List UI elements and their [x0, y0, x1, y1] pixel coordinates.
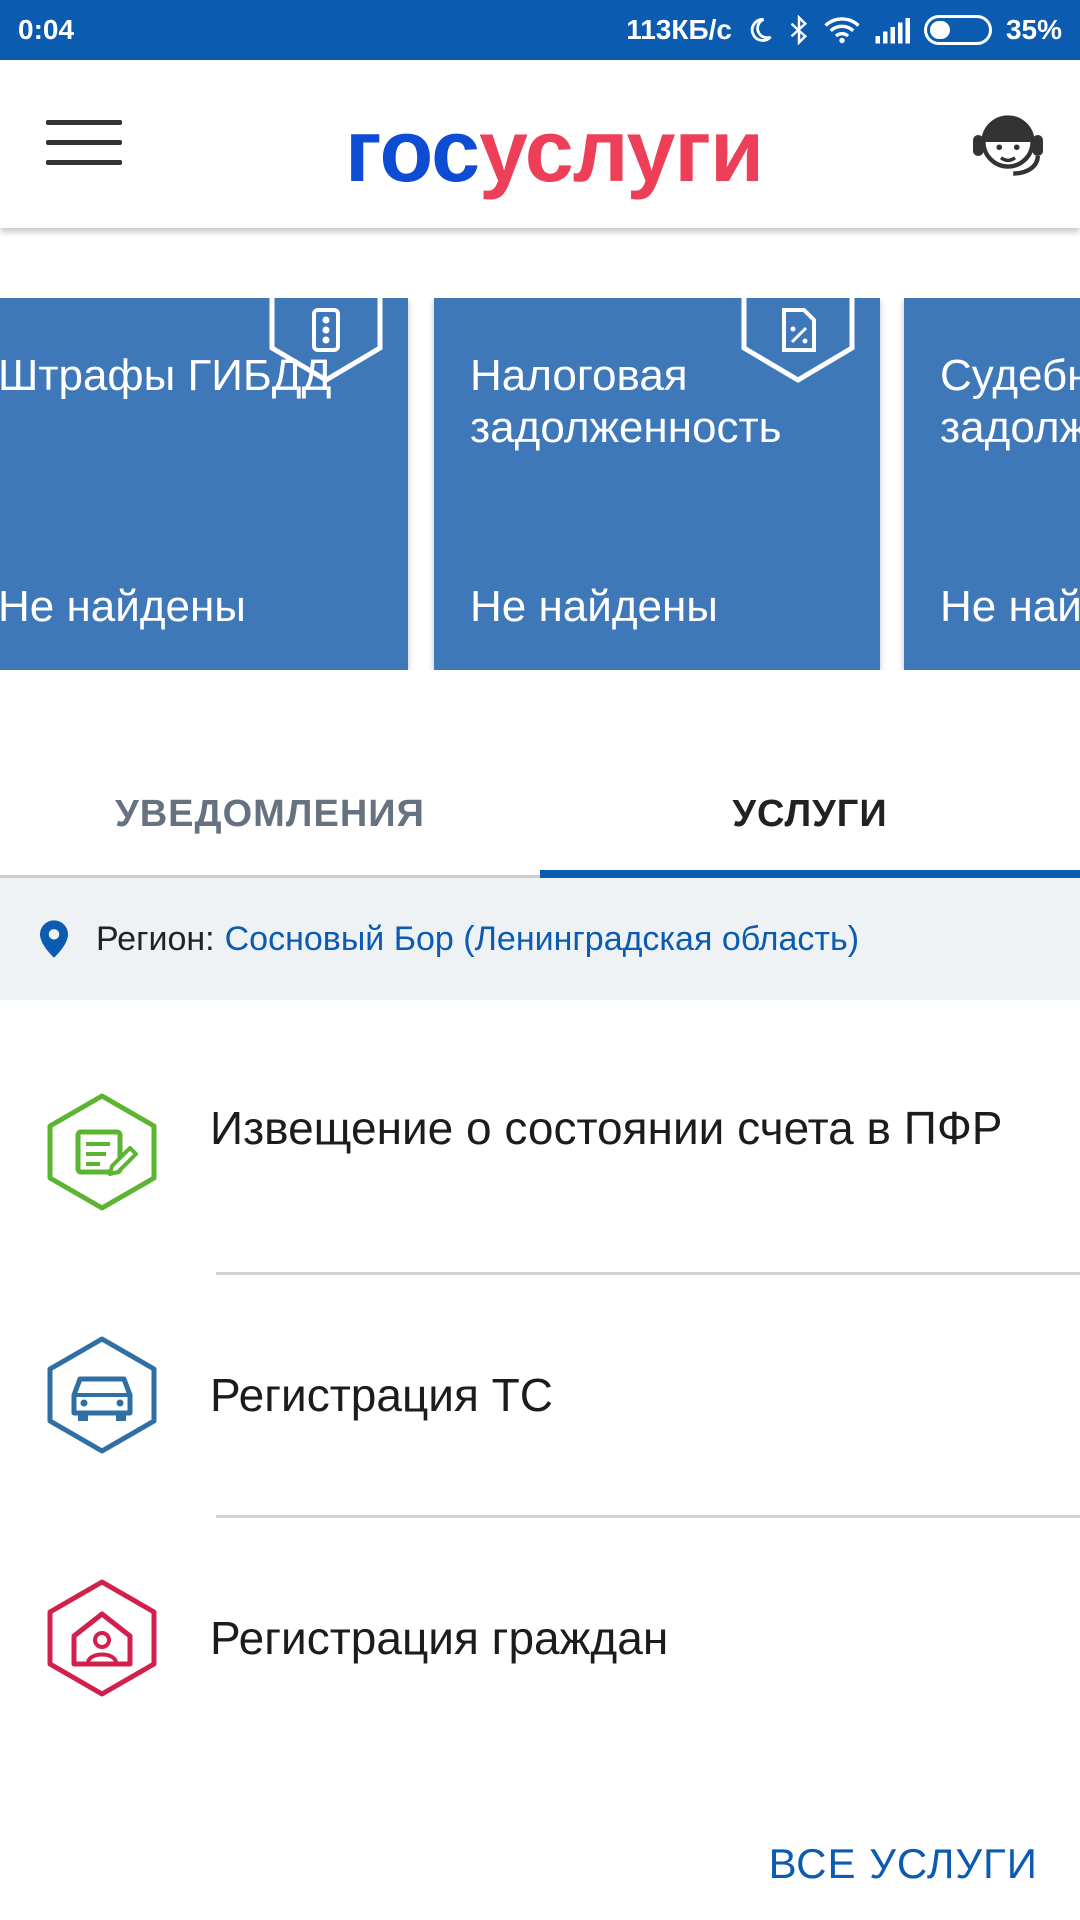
card-status: Не найдены	[0, 582, 246, 631]
service-name: Регистрация граждан	[210, 1612, 669, 1664]
card-traffic-fines[interactable]: Штрафы ГИБДД Не найдены	[0, 298, 408, 670]
service-name: Извещение о состоянии счета в ПФР	[210, 1102, 1003, 1154]
region-value[interactable]: Сосновый Бор (Ленинградская область)	[225, 920, 859, 959]
wifi-icon	[824, 17, 860, 44]
tab-services[interactable]: УСЛУГИ	[540, 750, 1080, 878]
gosuslugi-logo: госуслуги	[345, 100, 764, 202]
service-vehicle-registration[interactable]: Регистрация ТС	[0, 1275, 1080, 1517]
support-operator-icon[interactable]	[966, 100, 1050, 184]
bluetooth-icon	[790, 15, 808, 45]
all-services-link[interactable]: ВСЕ УСЛУГИ	[769, 1840, 1038, 1888]
location-pin-icon	[40, 920, 68, 958]
card-title: Налоговая задолженность	[470, 351, 782, 452]
service-citizen-registration[interactable]: Регистрация граждан	[0, 1518, 1080, 1760]
battery-percent: 35%	[1005, 14, 1062, 45]
service-pfr-statement[interactable]: Извещение о состоянии счета в ПФР	[0, 1030, 1080, 1272]
active-tab-indicator	[540, 870, 1080, 878]
battery-icon	[923, 15, 992, 45]
card-status: Не найдены	[940, 582, 1080, 631]
card-title: Штрафы ГИБДД	[0, 351, 332, 400]
region-label: Регион:	[96, 919, 215, 958]
logo-part-uslugi: услуги	[479, 101, 764, 200]
hamburger-menu-icon[interactable]	[46, 120, 122, 168]
card-tax-debt[interactable]: Налоговая задолженность Не найдены	[434, 298, 880, 670]
card-court-debt[interactable]: Судебная задолженность Не найдены	[904, 298, 1080, 670]
region-selector[interactable]: Регион: Сосновый Бор (Ленинградская обла…	[0, 878, 1080, 1000]
status-bar: 0:04 113КБ/с 35%	[0, 0, 1080, 60]
document-edit-icon	[47, 1093, 157, 1211]
status-time: 0:04	[18, 14, 75, 45]
status-icons: 113КБ/с 35%	[626, 14, 1062, 46]
service-name: Регистрация ТС	[210, 1369, 554, 1421]
card-status: Не найдены	[470, 582, 718, 631]
tab-notifications[interactable]: УВЕДОМЛЕНИЯ	[0, 750, 540, 878]
debt-cards-carousel[interactable]: Штрафы ГИБДД Не найдены Налоговая задолж…	[0, 298, 1080, 670]
moon-icon	[750, 18, 772, 42]
logo-part-gos: гос	[345, 101, 480, 200]
network-speed: 113КБ/с	[626, 14, 732, 45]
car-icon	[47, 1336, 157, 1454]
card-title: Судебная задолженность	[940, 351, 1080, 452]
app-header: госуслуги	[0, 60, 1080, 228]
tab-bar: УВЕДОМЛЕНИЯ УСЛУГИ	[0, 750, 1080, 878]
house-person-icon	[47, 1579, 157, 1697]
signal-icon	[875, 18, 910, 44]
